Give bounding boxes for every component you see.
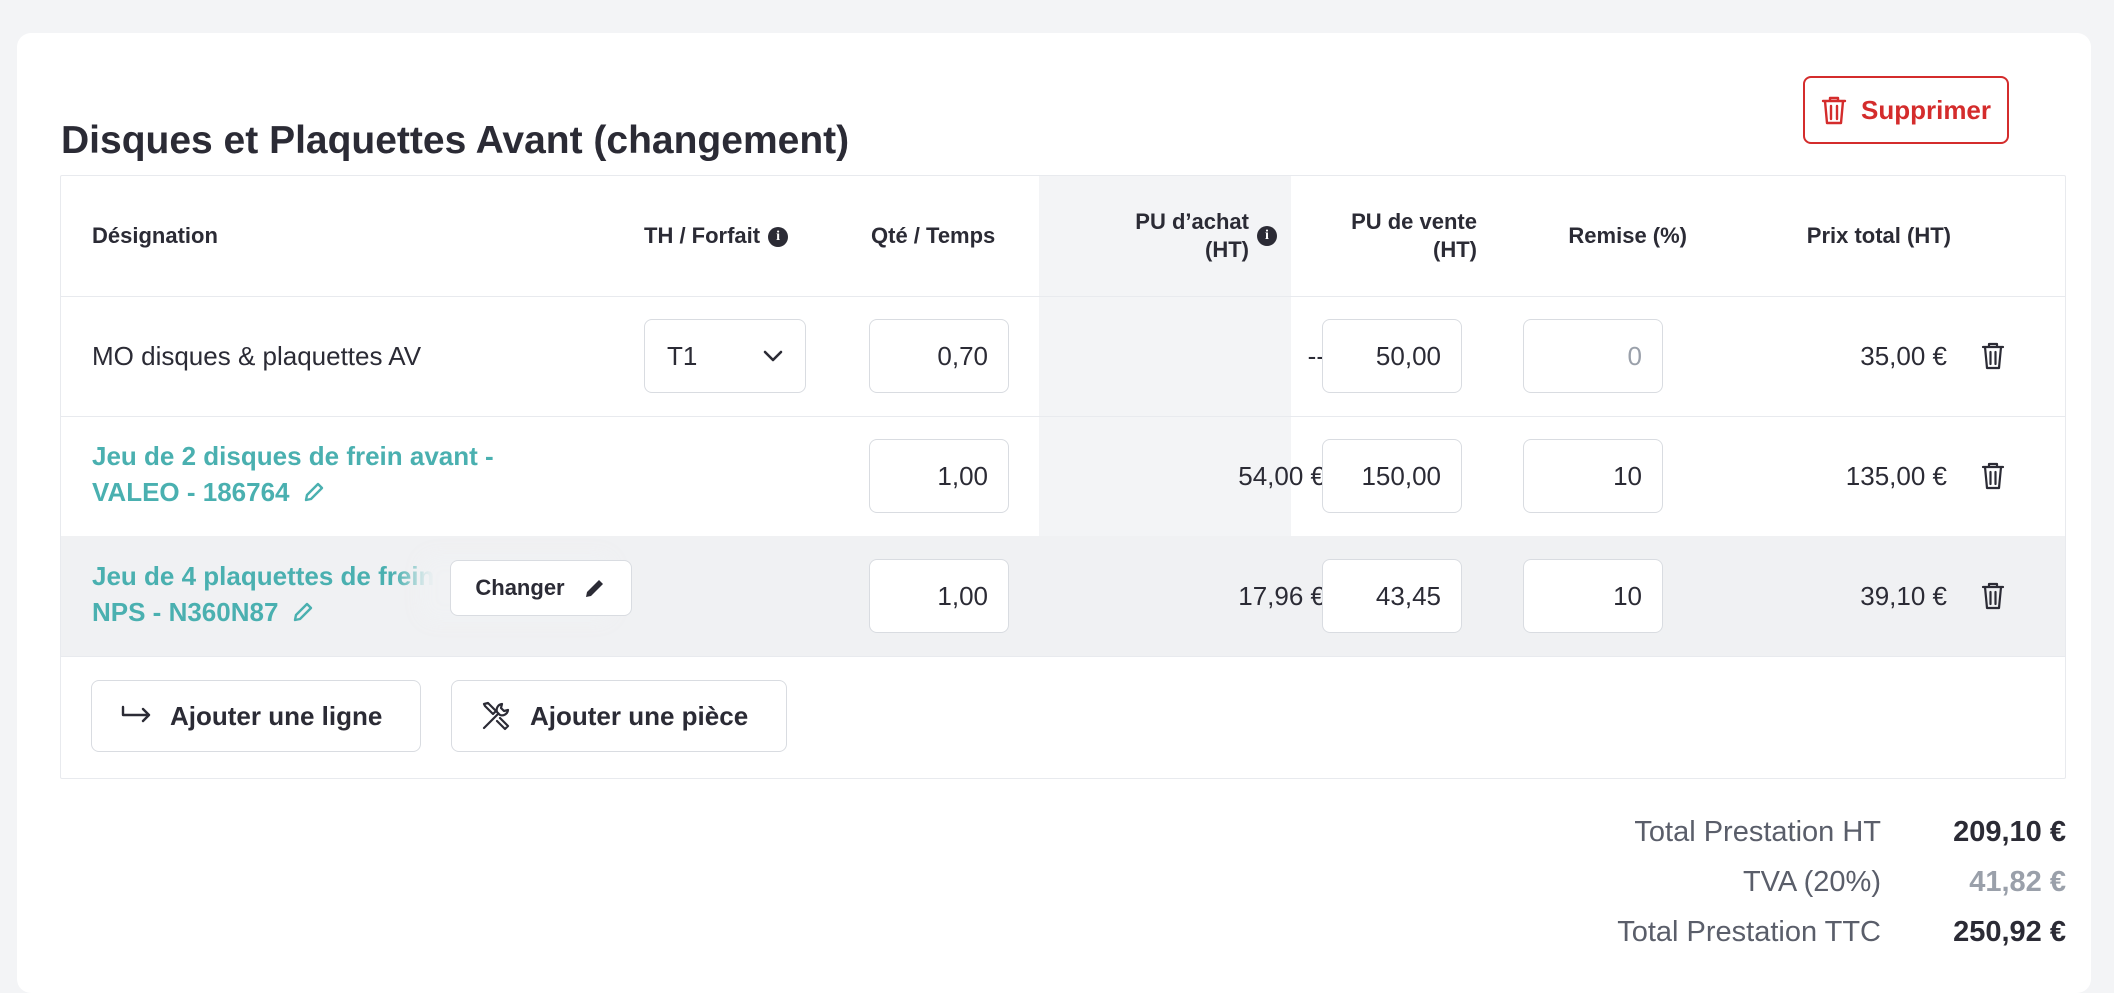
table-row: MO disques & plaquettes AV T1 0,70 -- 50…	[61, 296, 2065, 417]
add-part-button[interactable]: Ajouter une pièce	[451, 680, 787, 752]
pu-achat-value: --	[1307, 341, 1325, 371]
add-line-label: Ajouter une ligne	[170, 700, 383, 731]
qty-input[interactable]: 0,70	[869, 319, 1009, 393]
part-designation-line1: Jeu de 2 disques de frein avant -	[92, 441, 494, 471]
row-total: 35,00 €	[1860, 341, 1947, 371]
remise-input[interactable]: 10	[1523, 439, 1663, 513]
table-row: Jeu de 4 plaquettes de frein NPS - N360N…	[61, 536, 2065, 657]
total-ht-value: 209,10 €	[1953, 816, 2066, 848]
total-ttc-label: Total Prestation TTC	[1617, 916, 1881, 948]
pu-achat-value: 54,00 €	[1238, 461, 1325, 491]
column-header-pu-vente-line1: PU de vente	[1351, 209, 1477, 234]
designation-fade	[391, 536, 451, 656]
add-part-label: Ajouter une pièce	[530, 700, 749, 731]
tools-icon	[482, 701, 510, 731]
service-card: Disques et Plaquettes Avant (changement)…	[17, 33, 2091, 993]
delete-service-button[interactable]: Supprimer	[1803, 76, 2009, 144]
column-header-pu-achat-line1: PU d’achat	[1135, 209, 1249, 234]
remise-input[interactable]: 10	[1523, 559, 1663, 633]
th-forfait-select[interactable]: T1	[644, 319, 806, 393]
change-part-button[interactable]: Changer	[450, 560, 632, 616]
change-part-label: Changer	[475, 575, 565, 600]
column-header-remise: Remise (%)	[1568, 223, 1687, 248]
column-header-th-forfait-label: TH / Forfait	[644, 223, 761, 248]
trash-icon	[1821, 96, 1847, 125]
column-header-prix-total: Prix total (HT)	[1806, 223, 1951, 248]
pu-vente-input[interactable]: 50,00	[1322, 319, 1462, 393]
part-reference: VALEO - 186764	[92, 477, 290, 507]
service-lines-table: Désignation TH / Forfait i Qté / Temps PU…	[60, 175, 2066, 779]
info-icon[interactable]: i	[1257, 226, 1277, 246]
pu-vente-input[interactable]: 150,00	[1322, 439, 1462, 513]
column-header-pu-achat: PU d’achat (HT) i	[1121, 208, 1285, 264]
pu-vente-input[interactable]: 43,45	[1322, 559, 1462, 633]
qty-input[interactable]: 1,00	[869, 439, 1009, 513]
tva-label: TVA (20%)	[1742, 866, 1881, 898]
column-header-qty-time: Qté / Temps	[871, 223, 996, 248]
trash-icon[interactable]	[1981, 462, 2005, 490]
part-designation-line2: VALEO - 186764	[92, 474, 494, 510]
qty-input[interactable]: 1,00	[869, 559, 1009, 633]
row-total: 135,00 €	[1845, 461, 1947, 491]
column-header-pu-vente: PU de vente (HT)	[1337, 208, 1477, 264]
column-header-pu-vente-line2: (HT)	[1433, 237, 1477, 262]
table-row: Jeu de 2 disques de frein avant - VALEO …	[61, 416, 2065, 537]
table-header-row: Désignation TH / Forfait i Qté / Temps PU…	[61, 176, 2065, 297]
chevron-down-icon	[763, 350, 783, 362]
page-title: Disques et Plaquettes Avant (changement)	[61, 119, 850, 162]
column-header-designation: Désignation	[92, 223, 218, 248]
pencil-icon[interactable]	[303, 481, 325, 503]
arrow-return-icon	[121, 705, 151, 723]
pencil-icon[interactable]	[292, 601, 314, 623]
pu-achat-value: 17,96 €	[1238, 581, 1325, 611]
part-designation-link[interactable]: Jeu de 2 disques de frein avant - VALEO …	[92, 438, 494, 510]
trash-icon[interactable]	[1981, 342, 2005, 370]
row-total: 39,10 €	[1860, 581, 1947, 611]
part-reference: NPS - N360N87	[92, 597, 279, 627]
remise-input[interactable]: 0	[1523, 319, 1663, 393]
total-ttc-value: 250,92 €	[1953, 916, 2066, 948]
pencil-icon	[585, 580, 603, 597]
info-icon[interactable]: i	[768, 227, 789, 248]
trash-icon[interactable]	[1981, 582, 2005, 610]
row-designation: MO disques & plaquettes AV	[92, 341, 422, 371]
column-header-pu-achat-line2: (HT)	[1205, 237, 1249, 262]
tva-value: 41,82 €	[1969, 866, 2066, 898]
total-ht-label: Total Prestation HT	[1634, 816, 1881, 848]
th-forfait-value: T1	[667, 340, 698, 371]
delete-service-label: Supprimer	[1860, 94, 1992, 125]
add-line-button[interactable]: Ajouter une ligne	[91, 680, 421, 752]
column-header-th-forfait: TH / Forfait i	[644, 222, 789, 250]
